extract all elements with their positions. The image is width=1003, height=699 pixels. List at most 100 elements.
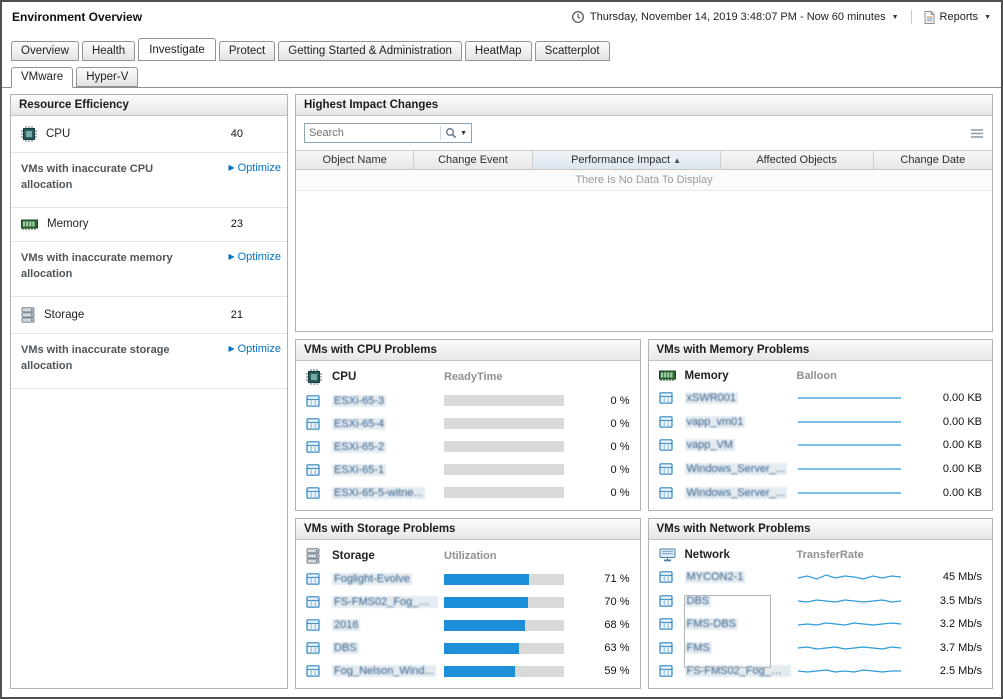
search-input[interactable] [305,125,440,141]
vm-name-link[interactable]: Foglight-Evolve [332,573,412,585]
vm-icon [659,617,685,631]
vm-name-link[interactable]: ESXi-65-3 [332,395,386,407]
tab-protect[interactable]: Protect [219,41,275,61]
vm-icon [659,462,685,476]
re-note-memory: VMs with inaccurate memory allocation▶Op… [11,242,287,297]
divider [440,126,441,140]
tab-vmware[interactable]: VMware [11,67,73,88]
note-text: VMs with inaccurate storage allocation [21,343,173,375]
vm-icon [659,594,685,608]
vm-metric-viz [797,414,925,430]
vm-row: 201668 % [306,614,630,637]
reports-icon [924,11,935,24]
re-note-cpu: VMs with inaccurate CPU allocation▶Optim… [11,153,287,208]
panel-storage-problems: VMs with Storage ProblemsStorageUtilizat… [295,518,641,690]
vm-row: Fog_Nelson_Wind...59 % [306,660,630,683]
vm-name-link[interactable]: ESXi-65-1 [332,464,386,476]
tab-getting-started-administration[interactable]: Getting Started & Administration [278,41,462,61]
metric-label: Memory [47,218,89,230]
chevron-down-icon[interactable]: ▼ [460,130,467,137]
vm-name-link[interactable]: ESXi-65-5-witne... [332,487,425,499]
re-metric-cpu: CPU40 [11,116,287,153]
storage-icon [306,548,332,564]
vm-row-list: xSWR0010.00 KBvapp_vm010.00 KBvapp_VM0.0… [649,386,993,510]
vm-name-link[interactable]: Windows_Server_... [685,487,787,499]
sparkline [797,390,902,406]
tab-overview[interactable]: Overview [11,41,79,61]
vm-row-list: MYCON2-1 45 Mb/s DBS3.5 Mb/sFMS-DBS3.2 Mb/… [649,566,993,689]
vm-metric-value: 45 Mb/s [924,571,982,583]
vm-name-link[interactable]: FS-FMS02_Fog_TF... [332,596,438,608]
vm-icon [659,391,685,405]
vm-row: DBS3.5 Mb/s [659,589,983,613]
vm-metric-viz [444,574,572,585]
optimize-link-cpu[interactable]: ▶Optimize [228,162,281,174]
memory-icon [21,218,38,231]
vm-metric-viz [444,418,572,429]
tab-hyper-v[interactable]: Hyper-V [76,67,138,87]
panel-memory-problems: VMs with Memory ProblemsMemoryBalloonxSW… [648,339,994,511]
tab-heatmap[interactable]: HeatMap [465,41,532,61]
chevron-down-icon[interactable]: ▼ [892,14,899,21]
vm-row: ESXi-65-5-witne...0 % [306,481,630,504]
sparkline [797,640,902,656]
vm-name-link[interactable]: MYCON2-1 [685,571,746,583]
storage-bar [444,666,564,677]
metric-label: CPU [46,128,70,140]
metric-name: CPU [332,371,444,383]
vm-row: FMS-DBS3.2 Mb/s [659,613,983,637]
time-range-selector[interactable]: Thursday, November 14, 2019 3:48:07 PM -… [590,11,886,23]
vm-name-link[interactable]: vapp_vm01 [685,416,746,428]
storage-bar [444,597,564,608]
vm-metric-viz [797,437,925,453]
arrow-right-icon: ▶ [228,253,234,261]
column-header-change-date[interactable]: Change Date [874,151,992,169]
storage-bar [444,643,564,654]
vm-metric-value: 3.7 Mb/s [924,642,982,654]
vm-name-link[interactable]: vapp_VM [685,439,735,451]
vm-name-link[interactable]: FMS-DBS [685,618,739,630]
reports-menu[interactable]: Reports [940,11,979,23]
vm-icon [306,440,332,454]
metric-column-label: TransferRate [797,549,925,561]
chevron-down-icon[interactable]: ▼ [984,14,991,21]
tab-health[interactable]: Health [82,41,135,61]
vm-name-link[interactable]: DBS [332,642,359,654]
main-tab-bar: OverviewHealthInvestigateProtectGetting … [2,38,1001,61]
vm-name-link[interactable]: Windows_Server_... [685,463,787,475]
sparkline [797,485,902,501]
search-icon[interactable] [445,127,457,139]
optimize-link-memory[interactable]: ▶Optimize [228,251,281,263]
tab-investigate[interactable]: Investigate [138,38,216,61]
storage-icon [21,307,35,323]
vm-metric-viz [444,597,572,608]
tab-scatterplot[interactable]: Scatterplot [535,41,610,61]
column-header-affected-objects[interactable]: Affected Objects [721,151,874,169]
panel-title: VMs with Network Problems [649,519,993,540]
cpu-bar [444,441,564,452]
vm-metric-value: 0.00 KB [924,487,982,499]
metric-column-label: Balloon [797,370,925,382]
optimize-link-storage[interactable]: ▶Optimize [228,343,281,355]
vm-metric-value: 2.5 Mb/s [924,665,982,677]
vm-name-link[interactable]: 2016 [332,619,360,631]
vm-name-link[interactable]: DBS [685,595,712,607]
column-header-performance-impact[interactable]: Performance Impact ▲ [533,151,721,169]
vm-name-link[interactable]: Fog_Nelson_Wind... [332,665,436,677]
arrow-right-icon: ▶ [228,345,234,353]
vm-name-link[interactable]: ESXi-65-2 [332,441,386,453]
vm-name-link[interactable]: xSWR001 [685,392,739,404]
vm-icon [306,641,332,655]
vm-name-link[interactable]: ESXi-65-4 [332,418,386,430]
table-options-icon[interactable] [970,128,984,139]
vm-row: Windows_Server_...0.00 KB [659,457,983,481]
vm-icon [306,595,332,609]
vm-name-link[interactable]: FMS [685,642,712,654]
vm-icon [306,572,332,586]
re-note-storage: VMs with inaccurate storage allocation ▶O… [11,334,287,389]
column-header-change-event[interactable]: Change Event [414,151,532,169]
column-header-object-name[interactable]: Object Name [296,151,414,169]
metric-header-row: StorageUtilization [296,540,640,568]
vm-metric-viz [797,616,925,632]
vm-name-link[interactable]: FS-FMS02_Fog_TF... [685,665,791,677]
